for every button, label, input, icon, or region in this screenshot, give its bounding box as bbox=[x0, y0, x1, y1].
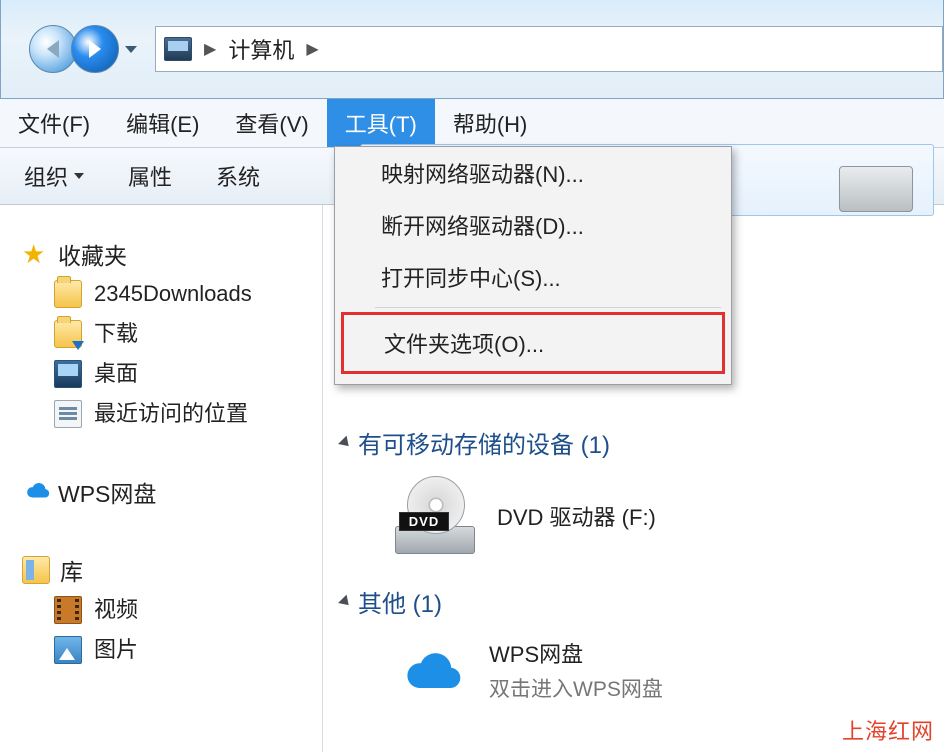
sidebar-label: 视频 bbox=[94, 593, 138, 627]
sidebar-item-2345downloads[interactable]: 2345Downloads bbox=[54, 277, 322, 311]
sidebar-group-wps[interactable]: WPS网盘 bbox=[22, 475, 322, 509]
back-button[interactable] bbox=[29, 25, 77, 73]
recent-places-icon bbox=[54, 400, 82, 428]
video-icon bbox=[54, 596, 82, 624]
toolbar-label: 系统 bbox=[216, 160, 260, 192]
sidebar-item-video[interactable]: 视频 bbox=[54, 593, 322, 627]
menu-separator bbox=[375, 307, 721, 308]
downloads-folder-icon bbox=[54, 320, 82, 348]
sidebar-label: 桌面 bbox=[94, 357, 138, 391]
breadcrumb[interactable]: ▶ 计算机 ▶ bbox=[155, 26, 943, 72]
section-other: 其他 (1) WPS网盘 双击进入WPS网盘 bbox=[341, 584, 944, 703]
nav-buttons bbox=[29, 25, 113, 73]
section-removable: 有可移动存储的设备 (1) DVD DVD 驱动器 (F:) bbox=[341, 425, 944, 554]
section-title: 其他 (1) bbox=[358, 584, 442, 619]
menu-view[interactable]: 查看(V) bbox=[217, 99, 326, 147]
item-label: WPS网盘 bbox=[489, 637, 663, 669]
toolbar-properties[interactable]: 属性 bbox=[128, 160, 172, 192]
sidebar-label: 库 bbox=[60, 553, 83, 587]
sidebar-item-recent[interactable]: 最近访问的位置 bbox=[54, 397, 322, 431]
section-header[interactable]: 其他 (1) bbox=[341, 584, 944, 619]
arrow-left-icon bbox=[47, 40, 59, 58]
item-text: WPS网盘 双击进入WPS网盘 bbox=[489, 637, 663, 703]
sidebar-label: 最近访问的位置 bbox=[94, 397, 248, 431]
section-header[interactable]: 有可移动存储的设备 (1) bbox=[341, 425, 944, 460]
sidebar-label: 图片 bbox=[94, 633, 138, 667]
toolbar-system[interactable]: 系统 bbox=[216, 160, 260, 192]
menu-bar: 文件(F) 编辑(E) 查看(V) 工具(T) 帮助(H) bbox=[0, 99, 944, 148]
toolbar-label: 组织 bbox=[24, 160, 68, 192]
sidebar-label: WPS网盘 bbox=[58, 475, 156, 509]
desktop-icon bbox=[54, 360, 82, 388]
computer-icon bbox=[164, 37, 192, 61]
tools-dropdown: 映射网络驱动器(N)... 断开网络驱动器(D)... 打开同步中心(S)...… bbox=[334, 146, 732, 385]
star-icon: ★ bbox=[22, 241, 48, 267]
sidebar-item-pictures[interactable]: 图片 bbox=[54, 633, 322, 667]
breadcrumb-item[interactable]: 计算机 bbox=[228, 33, 294, 65]
watermark: 上海红网 bbox=[842, 714, 934, 746]
toolbar-organize[interactable]: 组织 bbox=[24, 160, 84, 192]
hdd-icon bbox=[839, 148, 913, 212]
item-label: DVD 驱动器 (F:) bbox=[497, 500, 656, 532]
library-icon bbox=[22, 556, 50, 584]
sidebar-item-desktop[interactable]: 桌面 bbox=[54, 357, 322, 391]
breadcrumb-sep-icon: ▶ bbox=[202, 39, 218, 59]
cloud-icon bbox=[395, 643, 467, 697]
item-wps-cloud[interactable]: WPS网盘 双击进入WPS网盘 bbox=[395, 637, 944, 703]
menu-edit[interactable]: 编辑(E) bbox=[108, 99, 217, 147]
collapse-triangle-icon bbox=[338, 435, 353, 450]
dvd-drive-icon: DVD bbox=[395, 478, 475, 554]
item-sublabel: 双击进入WPS网盘 bbox=[489, 673, 663, 703]
folder-icon bbox=[54, 280, 82, 308]
sidebar-item-downloads[interactable]: 下载 bbox=[54, 317, 322, 351]
collapse-triangle-icon bbox=[338, 594, 353, 609]
menu-file[interactable]: 文件(F) bbox=[0, 99, 108, 147]
sidebar-group-favorites[interactable]: ★ 收藏夹 bbox=[22, 237, 322, 271]
dvd-badge: DVD bbox=[399, 512, 449, 531]
history-dropdown-icon[interactable] bbox=[125, 46, 137, 53]
sidebar-label: 收藏夹 bbox=[58, 237, 127, 271]
address-bar: ▶ 计算机 ▶ bbox=[0, 0, 944, 99]
cloud-icon bbox=[22, 479, 48, 505]
section-title: 有可移动存储的设备 (1) bbox=[358, 425, 610, 460]
menu-disconnect-network-drive[interactable]: 断开网络驱动器(D)... bbox=[335, 199, 731, 251]
menu-tools[interactable]: 工具(T) bbox=[327, 99, 435, 147]
sidebar: ★ 收藏夹 2345Downloads 下载 桌面 最近访问的位置 WPS网盘 bbox=[0, 205, 323, 752]
caret-down-icon bbox=[74, 173, 84, 179]
menu-open-sync-center[interactable]: 打开同步中心(S)... bbox=[335, 251, 731, 303]
sidebar-group-libraries[interactable]: 库 bbox=[22, 553, 322, 587]
sidebar-label: 下载 bbox=[94, 317, 138, 351]
sidebar-label: 2345Downloads bbox=[94, 277, 252, 311]
picture-icon bbox=[54, 636, 82, 664]
toolbar-label: 属性 bbox=[128, 160, 172, 192]
menu-map-network-drive[interactable]: 映射网络驱动器(N)... bbox=[335, 147, 731, 199]
menu-help[interactable]: 帮助(H) bbox=[435, 99, 546, 147]
forward-button[interactable] bbox=[71, 25, 119, 73]
menu-folder-options[interactable]: 文件夹选项(O)... bbox=[341, 312, 725, 374]
arrow-right-icon bbox=[89, 40, 101, 58]
breadcrumb-sep-icon: ▶ bbox=[304, 39, 320, 59]
item-dvd-drive[interactable]: DVD DVD 驱动器 (F:) bbox=[395, 478, 944, 554]
